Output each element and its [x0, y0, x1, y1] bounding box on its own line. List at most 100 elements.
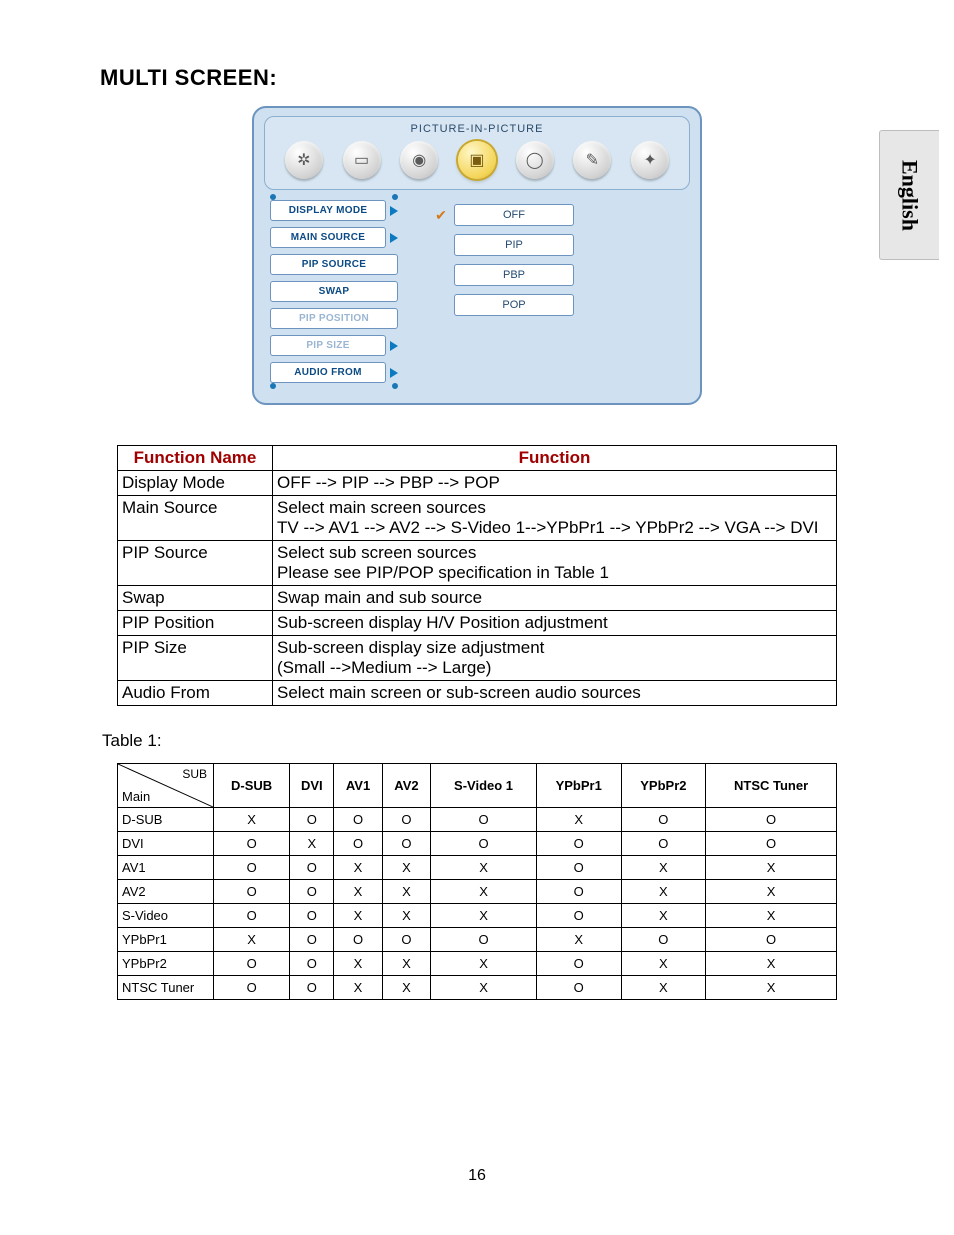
matrix-cell: X [382, 904, 430, 928]
fn-header-desc: Function [273, 446, 837, 471]
matrix-cell: X [621, 976, 706, 1000]
option-row[interactable]: ✔OFF [434, 204, 574, 226]
misc-icon[interactable]: ✦ [631, 141, 669, 179]
fn-desc-cell: Swap main and sub source [273, 586, 837, 611]
menu-item[interactable]: SWAP [270, 281, 398, 302]
fn-header-name: Function Name [118, 446, 273, 471]
matrix-cell: X [431, 904, 537, 928]
matrix-cell: O [214, 952, 290, 976]
function-table: Function Name Function Display ModeOFF -… [117, 445, 837, 706]
menu-item[interactable]: MAIN SOURCE [270, 227, 398, 248]
matrix-cell: X [621, 880, 706, 904]
corner-dot-icon [270, 194, 276, 200]
menu-item[interactable]: AUDIO FROM [270, 362, 398, 383]
menu-item-label: DISPLAY MODE [270, 200, 386, 221]
table-row: DVIOXOOOOOO [118, 832, 837, 856]
tools-icon[interactable]: ✎ [573, 141, 611, 179]
language-label: English [897, 160, 923, 231]
matrix-row-header: AV1 [118, 856, 214, 880]
submenu-arrow-icon [390, 368, 398, 378]
matrix-cell: O [536, 832, 621, 856]
matrix-cell: O [431, 808, 537, 832]
osd-title: PICTURE-IN-PICTURE [275, 123, 679, 135]
matrix-sub-label: SUB [182, 767, 207, 781]
matrix-cell: O [536, 976, 621, 1000]
matrix-col-header: YPbPr2 [621, 764, 706, 808]
matrix-cell: X [214, 808, 290, 832]
matrix-cell: O [214, 904, 290, 928]
submenu-arrow-icon [390, 206, 398, 216]
matrix-cell: X [431, 856, 537, 880]
osd-menu-column: DISPLAY MODE MAIN SOURCE PIP SOURCE SWAP PIP… [264, 190, 404, 393]
matrix-cell: X [536, 808, 621, 832]
matrix-cell: O [290, 808, 334, 832]
menu-item[interactable]: PIP POSITION [270, 308, 398, 329]
corner-dot-icon [270, 383, 276, 389]
table-row: PIP PositionSub-screen display H/V Posit… [118, 611, 837, 636]
matrix-cell: X [706, 976, 837, 1000]
option-row[interactable]: PIP [434, 234, 574, 256]
option-label: PIP [454, 234, 574, 256]
matrix-cell: X [706, 904, 837, 928]
matrix-cell: X [621, 952, 706, 976]
menu-item-label: PIP SIZE [270, 335, 386, 356]
option-row[interactable]: POP [434, 294, 574, 316]
table-row: PIP SizeSub-screen display size adjustme… [118, 636, 837, 681]
matrix-cell: O [536, 952, 621, 976]
matrix-cell: O [621, 832, 706, 856]
matrix-cell: O [290, 976, 334, 1000]
matrix-cell: O [214, 856, 290, 880]
matrix-cell: X [431, 880, 537, 904]
matrix-col-header: DVI [290, 764, 334, 808]
matrix-col-header: AV1 [334, 764, 382, 808]
table-row: AV1OOXXXOXX [118, 856, 837, 880]
matrix-cell: O [382, 928, 430, 952]
fn-desc-cell: OFF --> PIP --> PBP --> POP [273, 471, 837, 496]
matrix-row-header: NTSC Tuner [118, 976, 214, 1000]
menu-item[interactable]: PIP SIZE [270, 335, 398, 356]
option-check-icon [434, 298, 448, 312]
matrix-cell: X [706, 880, 837, 904]
picture-mode-icon[interactable]: ✲ [285, 141, 323, 179]
matrix-cell: O [706, 808, 837, 832]
fn-desc-cell: Sub-screen display H/V Position adjustme… [273, 611, 837, 636]
matrix-cell: O [214, 976, 290, 1000]
osd-option-column: ✔OFF PIP PBP POP [404, 190, 574, 316]
matrix-cell: O [334, 808, 382, 832]
menu-item[interactable]: DISPLAY MODE [270, 200, 398, 221]
matrix-cell: X [621, 904, 706, 928]
matrix-cell: X [536, 928, 621, 952]
menu-item[interactable]: PIP SOURCE [270, 254, 398, 275]
table1-label: Table 1: [102, 731, 854, 751]
matrix-col-header: AV2 [382, 764, 430, 808]
matrix-cell: X [382, 952, 430, 976]
compatibility-matrix: SUB Main D-SUBDVIAV1AV2S-Video 1YPbPr1YP… [117, 763, 837, 1000]
matrix-cell: X [382, 880, 430, 904]
matrix-cell: O [382, 808, 430, 832]
table-row: SwapSwap main and sub source [118, 586, 837, 611]
matrix-col-header: S-Video 1 [431, 764, 537, 808]
matrix-main-label: Main [122, 789, 150, 804]
corner-dot-icon [392, 383, 398, 389]
fn-desc-cell: Select sub screen sourcesPlease see PIP/… [273, 541, 837, 586]
pip-icon[interactable]: ▣ [458, 141, 496, 179]
option-check-icon [434, 268, 448, 282]
screen-adjust-icon[interactable]: ▭ [343, 141, 381, 179]
matrix-col-header: D-SUB [214, 764, 290, 808]
table-row: AV2OOXXXOXX [118, 880, 837, 904]
menu-item-label: PIP POSITION [270, 308, 398, 329]
matrix-cell: X [334, 976, 382, 1000]
matrix-row-header: DVI [118, 832, 214, 856]
fn-desc-cell: Select main screen sourcesTV --> AV1 -->… [273, 496, 837, 541]
table-row: D-SUBXOOOOXOO [118, 808, 837, 832]
fn-desc-cell: Select main screen or sub-screen audio s… [273, 681, 837, 706]
menu-item-label: PIP SOURCE [270, 254, 398, 275]
table-row: NTSC TunerOOXXXOXX [118, 976, 837, 1000]
matrix-cell: X [431, 976, 537, 1000]
audio-icon[interactable]: ◉ [400, 141, 438, 179]
geometry-icon[interactable]: ◯ [516, 141, 554, 179]
matrix-row-header: S-Video [118, 904, 214, 928]
option-check-icon [434, 238, 448, 252]
option-row[interactable]: PBP [434, 264, 574, 286]
fn-desc-cell: Sub-screen display size adjustment(Small… [273, 636, 837, 681]
